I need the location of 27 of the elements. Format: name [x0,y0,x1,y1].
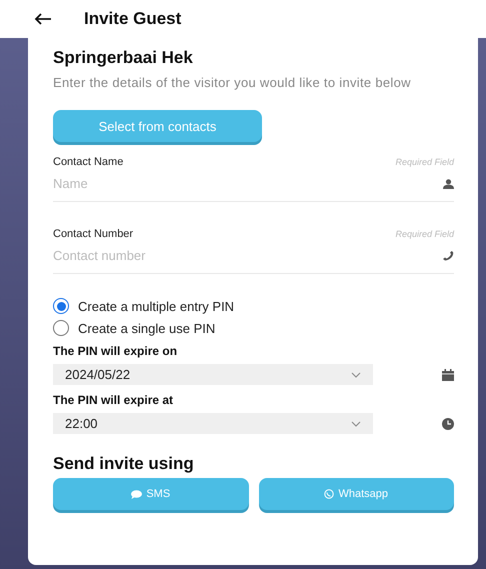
required-hint: Required Field [395,229,454,239]
phone-icon [443,250,454,260]
whatsapp-icon [324,489,334,499]
card-title: Springerbaai Hek [53,48,194,68]
chevron-down-icon [351,372,361,378]
chevron-down-icon [351,420,361,426]
radio-button[interactable] [53,298,69,314]
field-label: Contact Number [53,228,134,240]
input-field[interactable]: Contact number [53,248,443,263]
calendar-icon [442,368,454,380]
required-hint: Required Field [395,157,454,167]
chat-bubble-icon [131,490,142,498]
description: Enter the details of the visitor you would like to invite below [53,74,412,92]
person-icon [443,178,454,188]
section-title: Send invite using [53,454,195,474]
input-field[interactable]: Name [53,176,443,191]
expiry-label: The PIN will expire on [53,344,178,358]
radio-button[interactable] [53,320,69,336]
back-icon[interactable] [34,13,52,25]
radio-option[interactable]: Create a single use PIN [53,320,216,336]
expiry-label: The PIN will expire at [53,393,174,407]
dropdown[interactable]: 22:00 [53,413,373,434]
clock-icon [442,418,454,430]
radio-option[interactable]: Create a multiple entry PIN [53,298,234,314]
page-title: Invite Guest [84,9,182,29]
field-label: Contact Name [53,156,124,168]
dropdown[interactable]: 2024/05/22 [53,364,373,385]
